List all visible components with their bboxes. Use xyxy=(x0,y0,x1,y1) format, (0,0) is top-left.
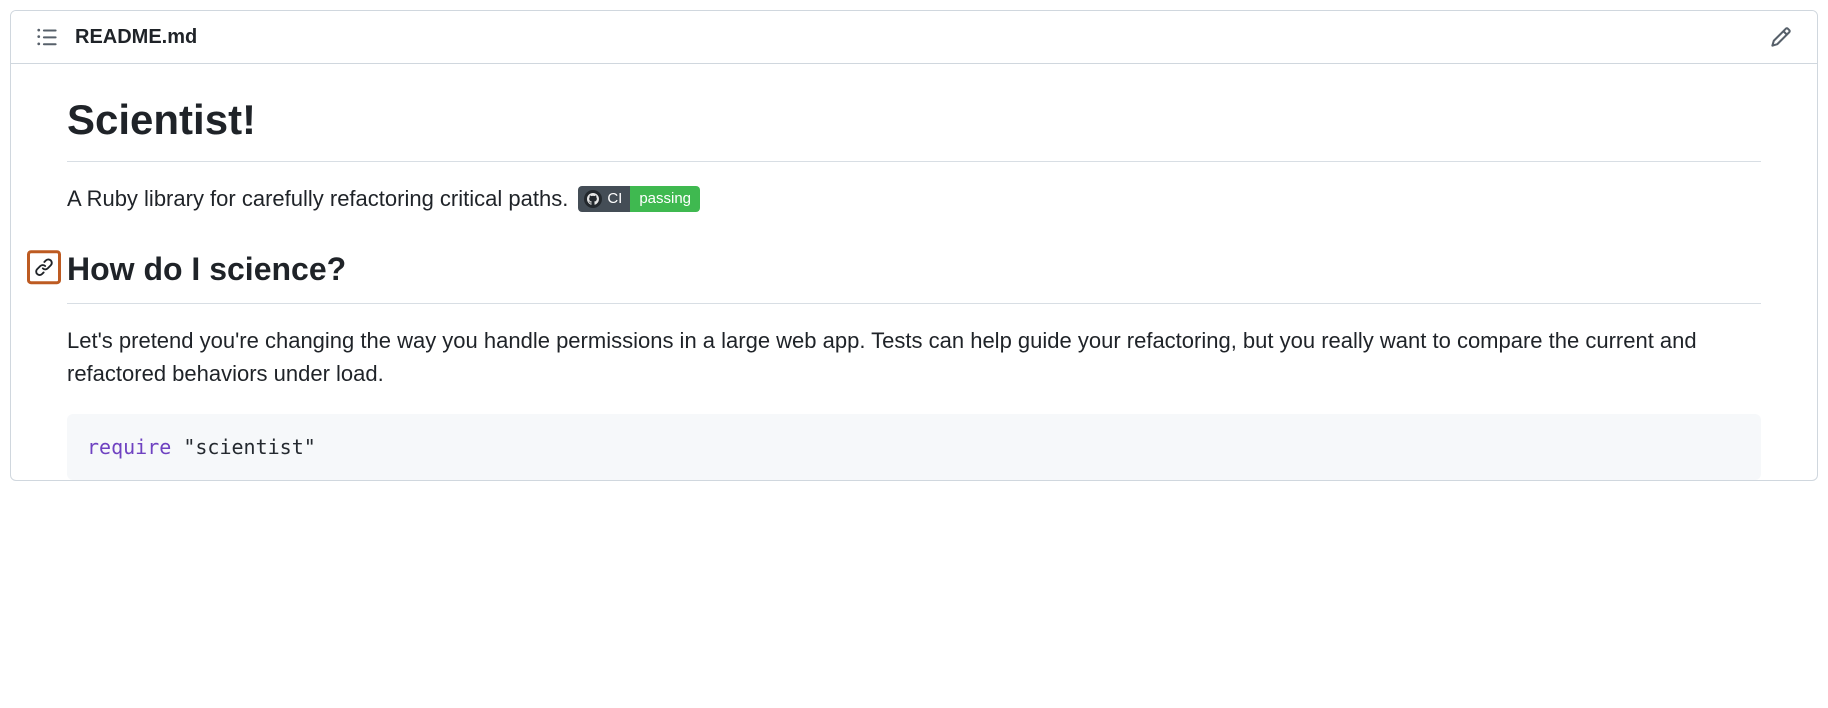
markdown-body: Scientist! A Ruby library for carefully … xyxy=(11,64,1817,480)
section-heading-text: How do I science? xyxy=(67,251,346,287)
page-title: Scientist! xyxy=(67,88,1761,162)
description-paragraph: A Ruby library for carefully refactoring… xyxy=(67,182,1761,215)
readme-filename: README.md xyxy=(75,26,197,49)
description-text: A Ruby library for carefully refactoring… xyxy=(67,182,568,215)
intro-paragraph: Let's pretend you're changing the way yo… xyxy=(67,324,1761,390)
link-icon xyxy=(34,257,54,277)
ci-status-badge[interactable]: CI passing xyxy=(578,186,700,212)
code-string: "scientist" xyxy=(183,435,315,459)
table-of-contents-button[interactable] xyxy=(31,21,63,53)
list-unordered-icon xyxy=(36,26,58,48)
pencil-icon xyxy=(1770,26,1792,48)
heading-anchor-link[interactable] xyxy=(27,250,61,284)
github-mark-icon xyxy=(584,190,602,208)
code-block: require "scientist" xyxy=(67,414,1761,480)
code-keyword: require xyxy=(87,435,171,459)
badge-label: CI xyxy=(578,186,630,212)
badge-status-text: passing xyxy=(630,186,700,212)
badge-left-text: CI xyxy=(607,186,622,212)
readme-container: README.md Scientist! A Ruby library for … xyxy=(10,10,1818,481)
section-heading-how-do-i-science: How do I science? xyxy=(67,245,1761,304)
readme-header: README.md xyxy=(11,11,1817,64)
edit-file-button[interactable] xyxy=(1765,21,1797,53)
